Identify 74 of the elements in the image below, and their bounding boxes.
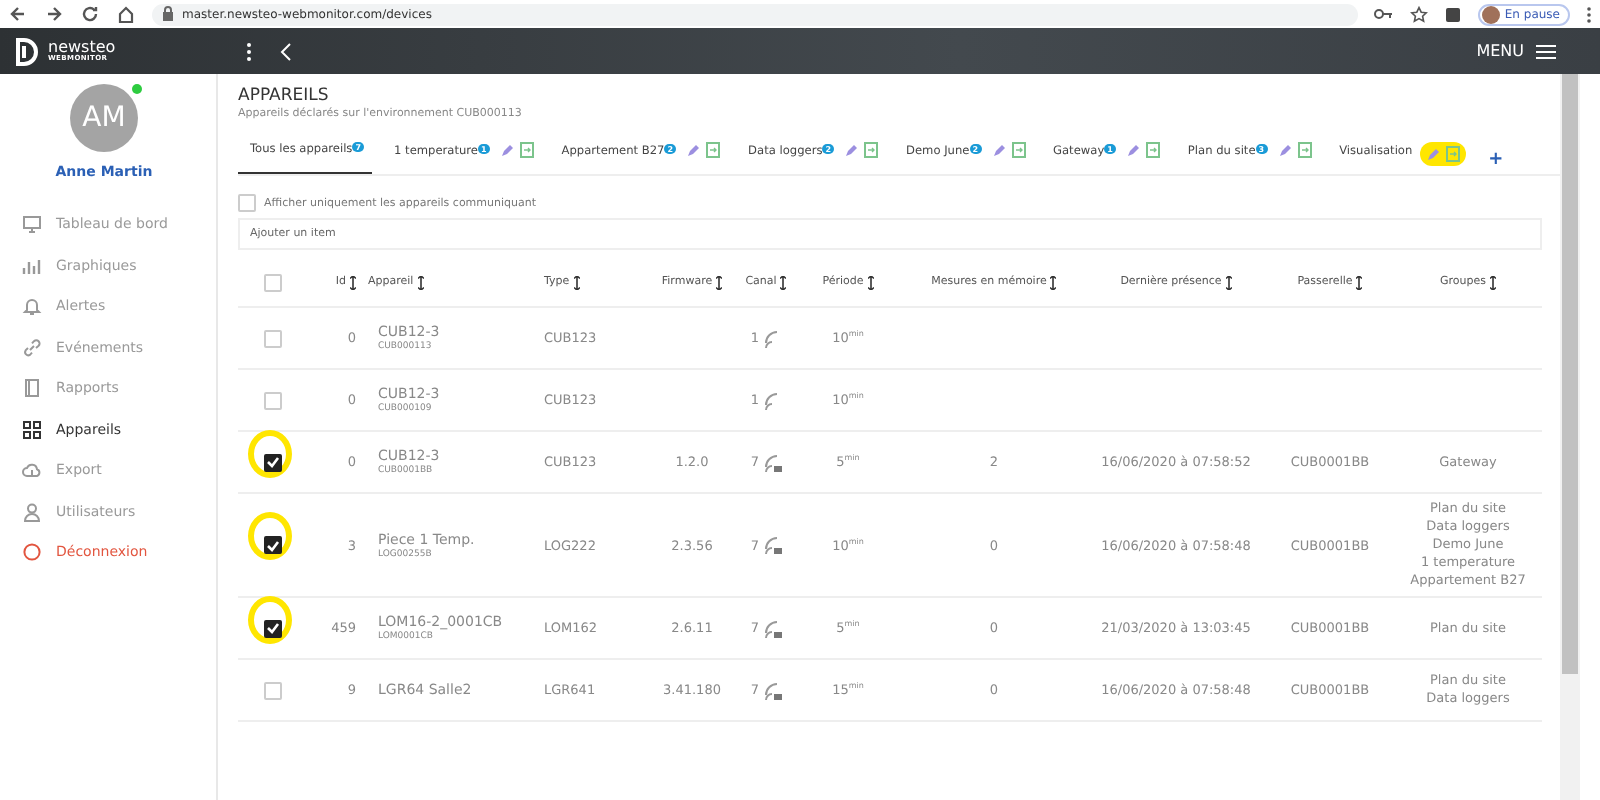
pencil-icon	[1125, 143, 1140, 157]
file-export-icon	[1446, 146, 1461, 162]
export-button[interactable]	[706, 142, 721, 158]
edit-button[interactable]	[686, 143, 701, 157]
edit-button[interactable]	[1125, 143, 1140, 157]
circle-icon	[22, 542, 42, 563]
pencil-icon	[844, 143, 859, 157]
menu-button[interactable]: MENU	[1464, 40, 1568, 62]
filter-checkbox[interactable]	[238, 194, 256, 212]
edit-button[interactable]	[1277, 143, 1292, 157]
sort-icon	[350, 275, 356, 289]
key-icon	[1374, 6, 1395, 22]
home-icon	[116, 4, 136, 24]
link-icon	[22, 337, 42, 358]
monitor-icon	[22, 214, 42, 235]
sort-icon	[716, 275, 723, 289]
page-title: APPAREILS	[238, 86, 331, 106]
row-checkbox[interactable]	[263, 453, 281, 471]
sort-icon	[1356, 275, 1363, 289]
user-icon	[22, 501, 42, 522]
check-icon	[265, 539, 279, 551]
pencil-icon	[499, 143, 514, 157]
sort-icon	[573, 275, 580, 289]
avatar-icon	[1482, 5, 1501, 23]
more-icon	[246, 41, 252, 61]
sort-icon	[867, 275, 874, 289]
chevron-left-icon	[280, 41, 292, 61]
pencil-icon	[991, 143, 1006, 157]
export-button[interactable]	[1145, 142, 1160, 158]
edit-button[interactable]	[1426, 147, 1441, 161]
star-icon	[1410, 5, 1429, 23]
check-icon	[265, 456, 279, 468]
export-button[interactable]	[864, 142, 879, 158]
pencil-icon	[1426, 147, 1441, 161]
cloud-icon	[22, 460, 42, 481]
export-button[interactable]	[1446, 146, 1461, 162]
sort-icon	[1225, 275, 1232, 289]
sort-icon	[1490, 275, 1496, 289]
scrollbar[interactable]	[1560, 74, 1580, 800]
grid-icon	[22, 419, 42, 440]
file-export-icon	[1011, 142, 1026, 158]
user-avatar: AM	[70, 84, 138, 152]
file-export-icon	[706, 142, 721, 158]
check-icon	[265, 622, 279, 634]
export-button[interactable]	[1297, 142, 1312, 158]
sort-icon	[417, 275, 424, 289]
row-checkbox[interactable]	[263, 619, 281, 637]
file-export-icon	[1297, 142, 1312, 158]
export-button[interactable]	[1011, 142, 1026, 158]
forward-arrow-icon	[44, 4, 64, 24]
edit-button[interactable]	[991, 143, 1006, 157]
file-export-icon	[864, 142, 879, 158]
bar-chart-icon	[22, 255, 42, 276]
row-checkbox[interactable]	[263, 536, 281, 554]
back-arrow-icon	[8, 4, 28, 24]
book-icon	[22, 378, 42, 399]
edit-button[interactable]	[499, 143, 514, 157]
bell-icon	[22, 296, 42, 317]
file-export-icon	[519, 142, 534, 158]
scrollbar-thumb[interactable]	[1562, 74, 1578, 674]
edit-button[interactable]	[844, 143, 859, 157]
more-icon	[1586, 5, 1592, 23]
sort-icon	[1050, 275, 1057, 289]
extension-icon	[1444, 5, 1463, 23]
file-export-icon	[1145, 142, 1160, 158]
lock-icon	[162, 6, 174, 22]
sort-icon	[780, 275, 787, 289]
reload-icon	[80, 4, 100, 24]
add-tab-button[interactable]: +	[1488, 146, 1504, 174]
pencil-icon	[686, 143, 701, 157]
menu-icon	[1536, 43, 1556, 59]
logo-icon	[12, 35, 40, 67]
export-button[interactable]	[519, 142, 534, 158]
pencil-icon	[1277, 143, 1292, 157]
